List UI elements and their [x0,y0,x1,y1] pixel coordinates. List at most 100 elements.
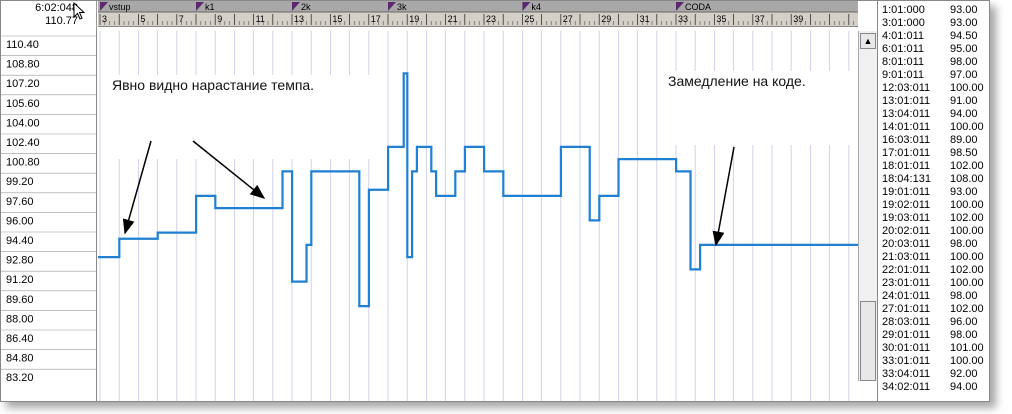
tempo-list-row[interactable]: 20:03:011 98.00 [880,238,988,251]
scroll-up-icon[interactable]: ▲ [860,33,876,49]
tempo-list-row[interactable]: 18:04:131 108.00 [880,173,988,186]
tempo-position: 20:03:011 [882,238,931,250]
tempo-value: 101.00 [950,342,984,354]
tempo-list-row[interactable]: 28:03:011 96.00 [880,316,988,329]
tempo-value: 97.00 [950,69,978,81]
tempo-list-row[interactable]: 24:01:011 98.00 [880,290,988,303]
marker-label: 3k [397,2,407,12]
tempo-list-row[interactable]: 23:01:011 100.00 [880,277,988,290]
bar-number: 21 [448,14,458,24]
tempo-list-row[interactable]: 21:03:011 100.00 [880,251,988,264]
tempo-position: 18:01:011 [882,160,931,172]
tempo-position: 6:01:011 [882,43,925,55]
marker-label: vstup [109,2,131,12]
tempo-event-list[interactable]: 1:01:000 93.00 3:01:000 93.00 4:01:011 94.50 6… [877,1,989,401]
tempo-position: 17:01:011 [882,147,931,159]
marker-label: CODA [685,2,711,12]
tempo-list-row[interactable]: 1:01:000 93.00 [880,4,988,17]
tempo-value: 100.00 [950,121,984,133]
bar-ruler[interactable]: vstup k1 2k 3k k4 CODA 3 5 7 9 11 13 15 17 19 21 23 25 27 2… [98,1,858,27]
marker-label: k4 [531,2,541,12]
tempo-position: 19:02:011 [882,199,931,211]
tempo-value: 98.00 [950,238,978,250]
tempo-position: 16:03:011 [882,134,931,146]
tempo-list-row[interactable]: 6:01:011 95.00 [880,43,988,56]
tempo-list-row[interactable]: 29:01:011 98.00 [880,329,988,342]
tempo-position: 33:01:011 [882,355,931,367]
tempo-value: 102.00 [950,303,984,315]
tempo-position: 1:01:000 [882,4,925,16]
tempo-list-row[interactable]: 30:01:011 101.00 [880,342,988,355]
tempo-list-row[interactable]: 3:01:000 93.00 [880,17,988,30]
tempo-axis: 110.40 108.80 107.20 105.60 104.00 102.40 100.… [1,31,97,401]
tempo-position: 23:01:011 [882,277,931,289]
tempo-axis-label: 88.00 [6,313,34,325]
tempo-position: 20:02:011 [882,225,931,237]
tempo-axis-label: 102.40 [6,137,40,149]
tempo-value: 108.00 [950,173,984,185]
tempo-position: 12:03:011 [882,82,931,94]
annotation-left: Явно видно нарастание темпа. [108,75,372,159]
bar-number: 11 [256,14,265,24]
bar-number: 15 [332,14,342,24]
tempo-list-row[interactable]: 27:01:011 102.00 [880,303,988,316]
tempo-list-row[interactable]: 33:04:011 92.00 [880,368,988,381]
bar-number: 23 [486,14,496,24]
tempo-axis-label: 100.80 [6,157,40,169]
tempo-value: 98.50 [950,147,978,159]
tempo-plot[interactable]: Явно видно нарастание темпа. Замедление … [98,31,858,401]
tempo-list-row[interactable]: 4:01:011 94.50 [880,30,988,43]
vertical-scrollbar[interactable]: ▲ [858,31,877,381]
tempo-value: 98.00 [950,56,978,68]
bar-number: 27 [563,14,573,24]
tempo-list-row[interactable]: 19:01:011 93.00 [880,186,988,199]
tempo-axis-label: 92.80 [6,255,34,267]
tempo-axis-label: 99.20 [6,176,34,188]
tempo-list-row[interactable]: 13:01:011 91.00 [880,95,988,108]
tempo-list-row[interactable]: 20:02:011 100.00 [880,225,988,238]
bar-number: 35 [716,14,726,24]
scroll-thumb[interactable] [860,301,876,381]
tempo-editor-window: 6:02:048 110.77 vstup k1 2k 3k k4 CODA 3 5 7 9 11 1… [0,0,990,402]
tempo-position: 28:03:011 [882,316,931,328]
tempo-position: 4:01:011 [882,30,925,42]
tempo-position: 19:01:011 [882,186,931,198]
tempo-value: 102.00 [950,160,984,172]
tempo-list-row[interactable]: 16:03:011 89.00 [880,134,988,147]
annotation-right: Замедление на коде. [658,71,853,145]
tempo-axis-label: 89.60 [6,294,34,306]
tempo-list-row[interactable]: 18:01:011 102.00 [880,160,988,173]
tempo-position: 22:01:011 [882,264,931,276]
tempo-axis-label: 97.60 [6,196,34,208]
tempo-axis-label: 104.00 [6,117,40,129]
tempo-value: 94.00 [950,381,978,393]
tempo-list-row[interactable]: 19:02:011 100.00 [880,199,988,212]
tempo-list-row[interactable]: 14:01:011 100.00 [880,121,988,134]
bar-number: 5 [140,14,145,24]
bar-number: 33 [678,14,688,24]
tempo-position: 3:01:000 [882,17,925,29]
tempo-value: 100.00 [950,199,984,211]
tempo-position: 29:01:011 [882,329,931,341]
tempo-list-row[interactable]: 17:01:011 98.50 [880,147,988,160]
tempo-value: 100.00 [950,225,984,237]
tempo-axis-label: 107.20 [6,78,40,90]
tempo-list-row[interactable]: 8:01:011 98.00 [880,56,988,69]
tempo-axis-label: 108.80 [6,59,40,71]
tempo-value: 93.00 [950,186,978,198]
tempo-list-row[interactable]: 9:01:011 97.00 [880,69,988,82]
tempo-list-row[interactable]: 13:04:011 94.00 [880,108,988,121]
tempo-list-row[interactable]: 19:03:011 102.00 [880,212,988,225]
tempo-position: 24:01:011 [882,290,931,302]
tempo-list-row[interactable]: 34:02:011 94.00 [880,381,988,394]
bar-number: 3 [102,14,107,24]
tempo-value: 100.00 [950,277,984,289]
tempo-axis-label: 83.20 [6,372,34,384]
arrow-cursor-icon [73,1,86,20]
tempo-position: 13:01:011 [882,95,931,107]
tempo-list-row[interactable]: 33:01:011 100.00 [880,355,988,368]
tempo-position: 19:03:011 [882,212,931,224]
tempo-list-row[interactable]: 12:03:011 100.00 [880,82,988,95]
tempo-list-row[interactable]: 22:01:011 102.00 [880,264,988,277]
tempo-value: 89.00 [950,134,978,146]
